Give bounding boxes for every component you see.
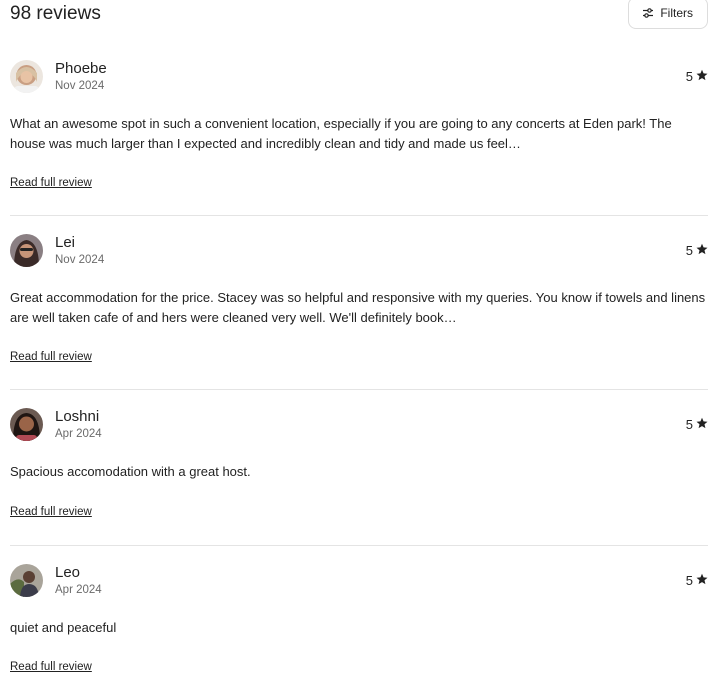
reviewer-name: Loshni: [55, 408, 100, 425]
rating-value: 5: [685, 573, 693, 588]
filters-label: Filters: [660, 6, 693, 20]
read-full-review-link[interactable]: Read full review: [10, 506, 92, 518]
review-date: Nov 2024: [55, 254, 105, 266]
review-date: Apr 2024: [55, 428, 102, 440]
reviewer-name: Lei: [55, 234, 76, 251]
star-icon: [696, 417, 708, 433]
reviews-header: 98 reviews Filters: [10, 0, 710, 30]
read-full-review-link[interactable]: Read full review: [10, 351, 92, 363]
review-date: Nov 2024: [55, 80, 105, 92]
divider: [10, 389, 708, 390]
star-icon: [696, 573, 708, 589]
review-header: Leo Apr 2024 5: [10, 564, 708, 604]
review-rating: 5: [686, 69, 708, 85]
review-date: Apr 2024: [55, 584, 102, 596]
avatar[interactable]: [10, 234, 43, 267]
review-header: Phoebe Nov 2024 5: [10, 60, 708, 100]
avatar[interactable]: [10, 408, 43, 441]
filters-button[interactable]: Filters: [628, 0, 708, 29]
review-text: What an awesome spot in such a convenien…: [10, 116, 672, 151]
review-rating: 5: [686, 243, 708, 259]
read-full-review-link[interactable]: Read full review: [10, 661, 92, 673]
rating-value: 5: [685, 243, 693, 258]
avatar[interactable]: [10, 564, 43, 597]
review-text: Spacious accomodation with a great host.: [10, 464, 251, 479]
review-item: Lei Nov 2024 5 Great accommodation for t…: [10, 234, 708, 363]
read-full-review-link[interactable]: Read full review: [10, 177, 92, 189]
reviews-count-title: 98 reviews: [10, 3, 101, 24]
review-rating: 5: [686, 417, 708, 433]
review-header: Loshni Apr 2024 5: [10, 408, 708, 448]
review-item: Phoebe Nov 2024 5 What an awesome spot i…: [10, 60, 708, 189]
reviewer-name: Phoebe: [55, 60, 107, 77]
review-rating: 5: [686, 573, 708, 589]
avatar[interactable]: [10, 60, 43, 93]
rating-value: 5: [685, 417, 693, 432]
divider: [10, 215, 708, 216]
review-text: Great accommodation for the price. Stace…: [10, 290, 706, 325]
star-icon: [696, 243, 708, 259]
review-text: quiet and peaceful: [10, 620, 117, 635]
divider: [10, 545, 708, 546]
sliders-icon: [642, 7, 654, 19]
rating-value: 5: [685, 69, 693, 84]
review-header: Lei Nov 2024 5: [10, 234, 708, 274]
reviewer-name: Leo: [55, 564, 81, 581]
review-item: Leo Apr 2024 5 quiet and peaceful Read f…: [10, 564, 708, 673]
review-item: Loshni Apr 2024 5 Spacious accomodation …: [10, 408, 708, 518]
star-icon: [696, 69, 708, 85]
